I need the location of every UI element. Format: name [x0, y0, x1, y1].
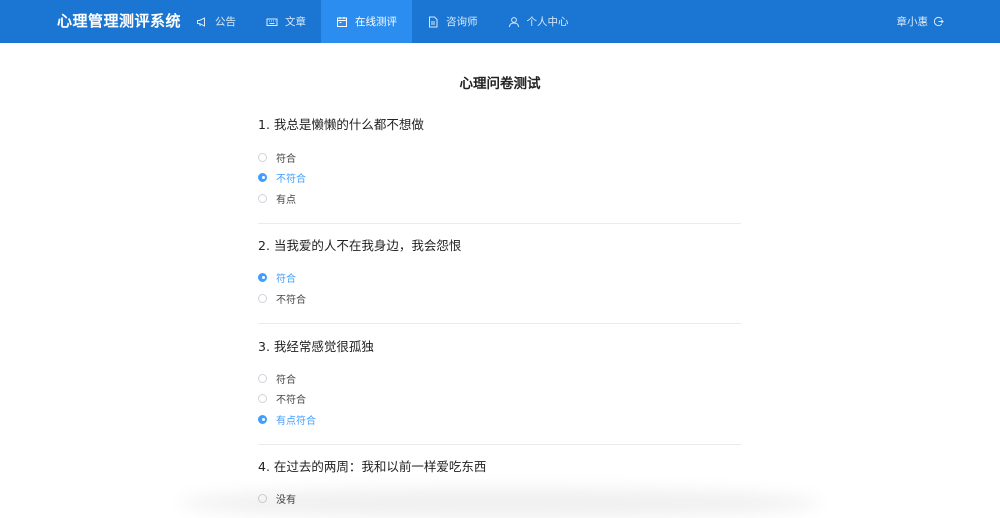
- nav-item-articles[interactable]: 文章: [251, 0, 321, 43]
- nav-item-label: 个人中心: [526, 16, 569, 28]
- document-icon: [427, 16, 439, 28]
- nav-item-label: 公告: [215, 16, 236, 28]
- option-radio[interactable]: 符合: [258, 150, 296, 165]
- option-label: 符合: [276, 153, 296, 165]
- nav-item-label: 在线测评: [355, 16, 397, 28]
- app-title: 心理管理测评系统: [57, 12, 182, 30]
- option-label: 不符合: [276, 173, 306, 185]
- nav-item-online-assessment[interactable]: 在线测评: [321, 0, 412, 43]
- nav-item-label: 文章: [285, 16, 306, 28]
- question-card: 4. 在过去的两周：我和以前一样爱吃东西 没有: [258, 459, 741, 506]
- option-label: 符合: [276, 273, 296, 285]
- nav-item-counselors[interactable]: 咨询师: [412, 0, 493, 43]
- question-card: 1. 我总是懒懒的什么都不想做 符合 不符合 有点: [258, 117, 741, 224]
- radio-circle[interactable]: [258, 373, 267, 383]
- calendar-icon: [336, 16, 348, 28]
- logout-icon[interactable]: [933, 16, 944, 27]
- user-menu[interactable]: 章小惠: [897, 0, 945, 43]
- option-radio[interactable]: 符合: [258, 270, 296, 285]
- option-radio[interactable]: 有点符合: [258, 412, 316, 427]
- option-label: 符合: [276, 374, 296, 386]
- radio-circle[interactable]: [258, 393, 267, 403]
- user-icon: [508, 16, 520, 28]
- main-nav: 公告 文章 在线测评 咨询师 个人中心: [181, 0, 584, 43]
- option-label: 有点: [276, 194, 296, 206]
- user-name: 章小惠: [896, 16, 929, 28]
- megaphone-icon: [196, 16, 208, 28]
- question-title: 4. 在过去的两周：我和以前一样爱吃东西: [258, 459, 487, 474]
- option-label: 不符合: [276, 394, 306, 406]
- radio-circle[interactable]: [258, 293, 267, 303]
- option-label: 有点符合: [276, 415, 316, 427]
- option-radio[interactable]: 不符合: [258, 391, 306, 406]
- divider: [258, 223, 741, 224]
- top-navbar: 心理管理测评系统 公告 文章 在线测评 咨询师 个人中心 章小惠: [0, 0, 1000, 43]
- radio-circle[interactable]: [258, 193, 267, 203]
- radio-circle[interactable]: [258, 414, 267, 424]
- option-radio[interactable]: 不符合: [258, 170, 306, 185]
- question-title: 2. 当我爱的人不在我身边，我会怨恨: [258, 238, 462, 253]
- option-radio[interactable]: 符合: [258, 371, 296, 386]
- option-radio[interactable]: 有点: [258, 191, 296, 206]
- radio-circle[interactable]: [258, 152, 267, 162]
- nav-item-profile[interactable]: 个人中心: [493, 0, 584, 43]
- option-radio[interactable]: 不符合: [258, 291, 306, 306]
- keyboard-icon: [266, 16, 278, 28]
- radio-circle[interactable]: [258, 172, 267, 182]
- bottom-shadow: [180, 488, 820, 518]
- radio-circle[interactable]: [258, 272, 267, 282]
- question-card: 3. 我经常感觉很孤独 符合 不符合 有点符合: [258, 339, 741, 445]
- option-label: 不符合: [276, 294, 306, 306]
- question-title: 1. 我总是懒懒的什么都不想做: [258, 117, 424, 132]
- page-title: 心理问卷测试: [459, 76, 541, 92]
- question-card: 2. 当我爱的人不在我身边，我会怨恨 符合 不符合: [258, 238, 741, 324]
- divider: [258, 444, 741, 445]
- nav-item-label: 咨询师: [446, 16, 478, 28]
- question-title: 3. 我经常感觉很孤独: [258, 339, 374, 354]
- nav-item-announcement[interactable]: 公告: [181, 0, 251, 43]
- divider: [258, 323, 741, 324]
